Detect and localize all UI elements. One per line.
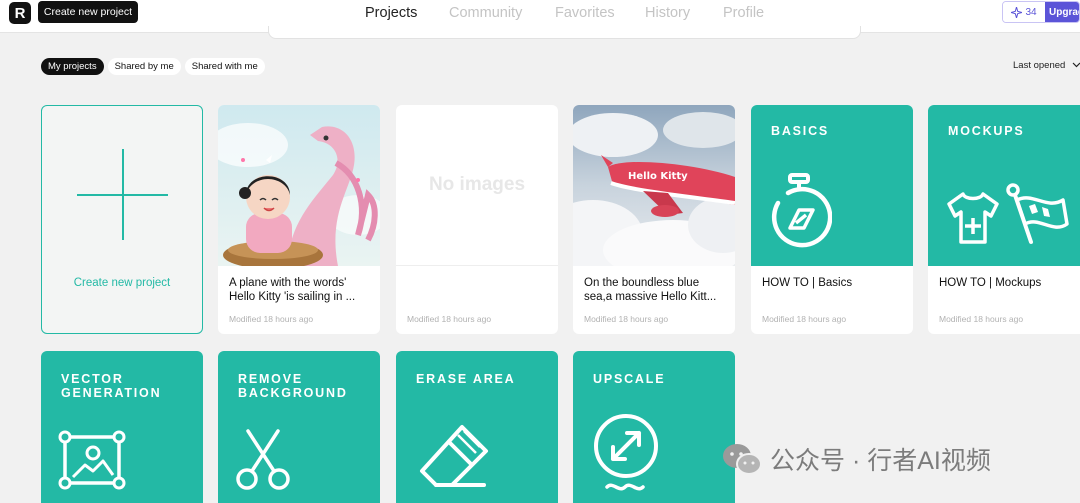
tool-label: UPSCALE — [593, 372, 666, 386]
tool-card-erase-area[interactable]: ERASE AREA — [396, 351, 558, 503]
nav-community[interactable]: Community — [449, 5, 522, 21]
tab-my-projects[interactable]: My projects — [41, 58, 104, 75]
sparkle-icon — [1011, 6, 1023, 18]
chevron-down-icon — [1072, 62, 1080, 68]
project-title: HOW TO | Mockups — [939, 277, 1042, 289]
modified-time: Modified 18 hours ago — [407, 314, 492, 324]
tool-card-remove-background[interactable]: REMOVE BACKGROUND — [218, 351, 380, 503]
nav-projects[interactable]: Projects — [365, 5, 417, 21]
watermark-text: 公众号 · 行者AI视频 — [770, 447, 991, 475]
flag-icon — [1006, 183, 1069, 244]
tool-label: VECTOR GENERATION — [61, 372, 162, 400]
upgrade-button[interactable]: Upgrade — [1045, 2, 1079, 22]
stopwatch-icon — [771, 173, 832, 248]
nav-history[interactable]: History — [645, 5, 690, 21]
tool-label: REMOVE BACKGROUND — [238, 372, 348, 400]
vector-image-icon — [58, 430, 126, 490]
create-new-project-button[interactable]: Create new project — [38, 1, 138, 23]
credits-value: 34 — [1025, 6, 1037, 18]
project-card[interactable]: Hello Kitty On the boundless blue sea,a … — [573, 105, 735, 334]
tab-shared-with-me[interactable]: Shared with me — [184, 58, 265, 75]
tool-card-vector-generation[interactable]: VECTOR GENERATION — [41, 351, 203, 503]
nav-favorites[interactable]: Favorites — [555, 5, 615, 21]
project-thumbnail: BASICS — [751, 105, 913, 266]
credits-count[interactable]: 34 — [1003, 2, 1045, 22]
upscale-icon — [594, 414, 658, 491]
modified-time: Modified 18 hours ago — [584, 314, 669, 324]
project-filter-tabs: My projects Shared by me Shared with me — [41, 58, 265, 75]
scissors-icon — [236, 429, 290, 490]
project-card[interactable]: No images Modified 18 hours ago — [396, 105, 558, 334]
tool-label: ERASE AREA — [416, 372, 516, 386]
project-title — [407, 276, 552, 304]
sort-dropdown[interactable]: Last opened — [1013, 60, 1080, 71]
project-card[interactable]: MOCKUPS HOW TO | Mockups Modified 18 hou… — [928, 105, 1080, 334]
svg-text:Hello Kitty: Hello Kitty — [628, 171, 688, 182]
thumbnail-label: MOCKUPS — [948, 124, 1025, 138]
modified-time: Modified 18 hours ago — [762, 314, 847, 324]
project-title: A plane with the words' Hello Kitty 'is … — [229, 277, 356, 303]
tshirt-icon — [947, 192, 999, 244]
create-new-project-card[interactable]: Create new project — [41, 105, 203, 334]
project-thumbnail: MOCKUPS — [928, 105, 1080, 266]
nav-profile[interactable]: Profile — [723, 5, 764, 21]
tool-card-upscale[interactable]: UPSCALE — [573, 351, 735, 503]
wechat-watermark: 公众号 · 行者AI视频 — [722, 441, 991, 477]
create-new-project-label: Create new project — [73, 277, 171, 289]
no-images-placeholder: No images — [396, 105, 558, 266]
app-logo[interactable]: R — [9, 2, 31, 24]
modified-time: Modified 18 hours ago — [939, 314, 1024, 324]
project-thumbnail: Hello Kitty — [573, 105, 735, 266]
eraser-icon — [420, 425, 488, 487]
search-bar[interactable] — [268, 26, 861, 39]
project-card[interactable]: BASICS HOW TO | Basics Modified 18 hours… — [751, 105, 913, 334]
credits-widget: 34 Upgrade — [1002, 1, 1080, 23]
project-thumbnail — [218, 105, 380, 266]
project-title: On the boundless blue sea,a massive Hell… — [584, 277, 717, 303]
modified-time: Modified 18 hours ago — [229, 314, 314, 324]
project-title: HOW TO | Basics — [762, 277, 853, 289]
thumbnail-label: BASICS — [771, 124, 830, 138]
sort-label: Last opened — [1013, 60, 1066, 71]
project-card[interactable]: A plane with the words' Hello Kitty 'is … — [218, 105, 380, 334]
tab-shared-by-me[interactable]: Shared by me — [107, 58, 181, 75]
wechat-icon — [723, 444, 762, 475]
